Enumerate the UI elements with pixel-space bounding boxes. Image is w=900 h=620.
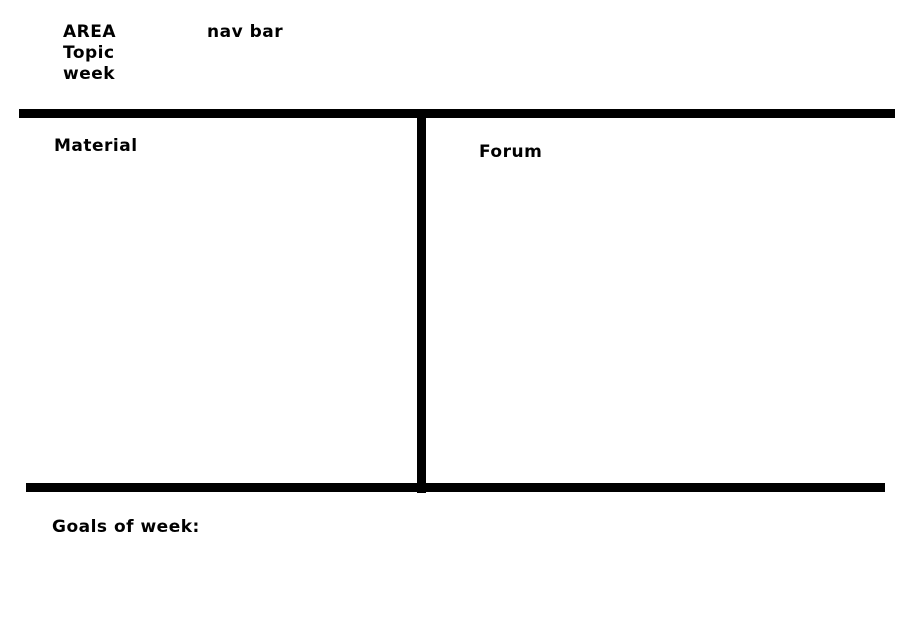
goals-label: Goals of week: (52, 517, 200, 537)
material-panel: Material (19, 118, 417, 483)
course-context-labels: AREA Topic week (63, 22, 116, 85)
nav-bar-placeholder: nav bar (207, 22, 284, 42)
footer-divider (26, 483, 885, 492)
area-label: AREA (63, 22, 117, 42)
topic-label: Topic (63, 43, 115, 63)
goals-panel: Goals of week: (26, 492, 885, 612)
header-divider (19, 109, 895, 118)
week-label: week (63, 64, 116, 84)
forum-title: Forum (479, 142, 543, 162)
material-title: Material (54, 136, 138, 156)
forum-panel: Forum (426, 118, 895, 483)
column-divider (417, 109, 426, 493)
